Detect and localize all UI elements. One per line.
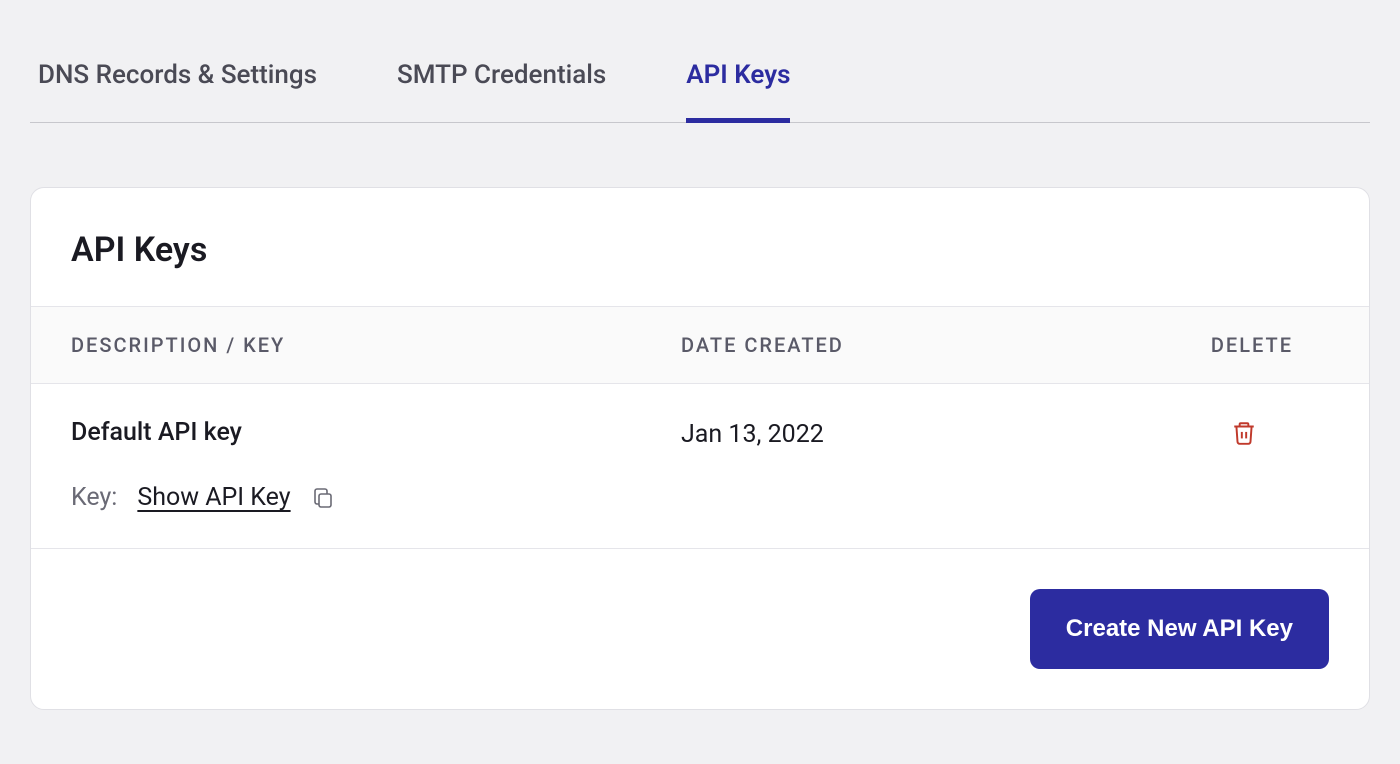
- api-key-date: Jan 13, 2022: [681, 418, 1111, 449]
- tabs-bar: DNS Records & Settings SMTP Credentials …: [30, 0, 1370, 123]
- key-label: Key:: [71, 483, 117, 512]
- api-keys-card: API Keys DESCRIPTION / KEY DATE CREATED …: [30, 187, 1370, 710]
- trash-icon[interactable]: [1111, 418, 1293, 446]
- tab-api-keys[interactable]: API Keys: [686, 60, 790, 123]
- create-new-api-key-button[interactable]: Create New API Key: [1030, 589, 1329, 669]
- tab-smtp-credentials[interactable]: SMTP Credentials: [397, 60, 606, 123]
- show-api-key-link[interactable]: Show API Key: [137, 483, 290, 512]
- table-row: Default API key Key: Show API Key Jan 13…: [31, 384, 1369, 549]
- table-header: DESCRIPTION / KEY DATE CREATED DELETE: [31, 307, 1369, 384]
- card-header: API Keys: [31, 188, 1369, 307]
- column-header-delete: DELETE: [1111, 333, 1329, 357]
- column-header-date-created: DATE CREATED: [681, 333, 1111, 357]
- api-key-name: Default API key: [71, 418, 681, 447]
- card-footer: Create New API Key: [31, 549, 1369, 709]
- copy-icon[interactable]: [311, 486, 335, 510]
- tab-dns-records-settings[interactable]: DNS Records & Settings: [38, 60, 317, 123]
- column-header-description: DESCRIPTION / KEY: [71, 333, 681, 357]
- card-title: API Keys: [71, 230, 1329, 270]
